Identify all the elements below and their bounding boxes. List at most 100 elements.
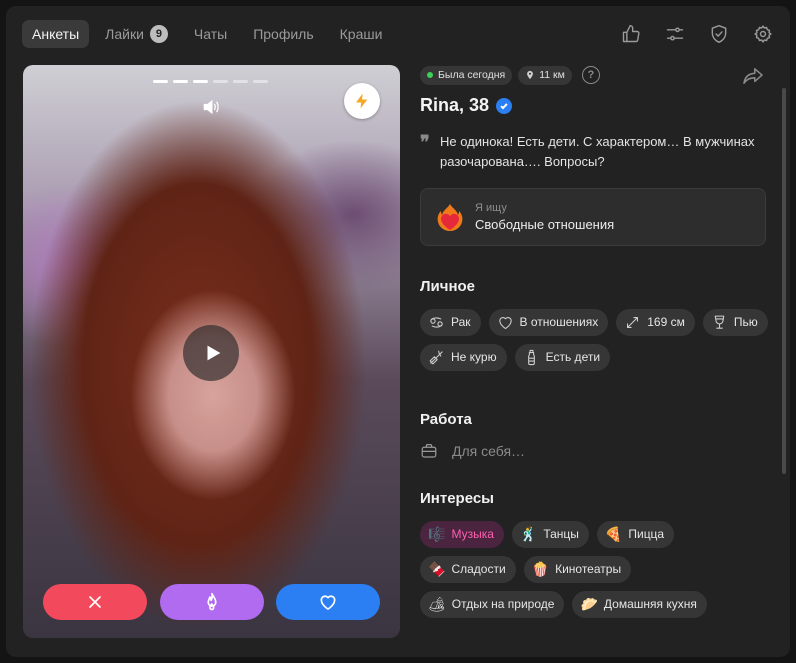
pill-label: Танцы bbox=[543, 527, 579, 541]
top-nav: Анкеты Лайки 9 Чаты Профиль Краши bbox=[22, 20, 774, 48]
flame-icon bbox=[206, 592, 217, 611]
bio-text: Не одинока! Есть дети. С характером… В м… bbox=[440, 134, 755, 169]
section-title-personal: Личное bbox=[420, 278, 476, 295]
distance-text: 11 км bbox=[539, 68, 565, 81]
interest-dance: 🕺 Танцы bbox=[511, 521, 589, 548]
interest-pizza: 🍕 Пицца bbox=[596, 521, 675, 548]
chocolate-icon: 🍫 bbox=[428, 561, 446, 577]
tab-label: Лайки bbox=[105, 26, 144, 42]
pill-smoking: Не курю bbox=[420, 344, 507, 371]
interest-home-cooking: 🥟 Домашняя кухня bbox=[572, 591, 707, 618]
profile-bio: ❞ Не одинока! Есть дети. С характером… В… bbox=[420, 132, 772, 172]
pill-label: Не курю bbox=[451, 350, 497, 364]
volume-icon[interactable] bbox=[201, 97, 223, 119]
progress-segment bbox=[253, 80, 268, 83]
popcorn-icon: 🍿 bbox=[531, 561, 550, 577]
profile-name: Rina, 38 bbox=[420, 95, 772, 116]
interest-sweets: 🍫 Сладости bbox=[420, 556, 516, 583]
distance-badge: 11 км bbox=[518, 65, 572, 85]
pill-drinking: Пью bbox=[702, 309, 768, 336]
profile-photo[interactable] bbox=[23, 65, 400, 638]
section-title-interests: Интересы bbox=[420, 490, 494, 507]
pill-label: Домашняя кухня bbox=[603, 597, 697, 611]
pill-label: Отдых на природе bbox=[451, 597, 555, 611]
pill-relationship: В отношениях bbox=[488, 309, 609, 336]
dancer-icon: 🕺 bbox=[519, 526, 538, 542]
interests-pills: 🎼 Музыка 🕺 Танцы 🍕 Пицца 🍫 Сладости 🍿 Кинотеа… bbox=[420, 521, 770, 618]
progress-segment bbox=[173, 80, 188, 83]
heart-on-fire-icon bbox=[437, 204, 463, 231]
pill-label: Кинотеатры bbox=[555, 562, 622, 576]
tab-likes[interactable]: Лайки 9 bbox=[95, 20, 178, 48]
play-video-button[interactable] bbox=[183, 325, 239, 381]
sliders-icon[interactable] bbox=[664, 20, 686, 48]
nav-icon-group bbox=[620, 20, 774, 48]
looking-for-card: Я ищу Свободные отношения bbox=[420, 188, 766, 246]
work-value: Для себя… bbox=[452, 443, 526, 459]
baby-bottle-icon bbox=[523, 349, 540, 366]
share-icon[interactable] bbox=[742, 67, 766, 87]
tab-label: Краши bbox=[339, 26, 383, 42]
pill-label: Музыка bbox=[451, 527, 494, 541]
tab-profiles[interactable]: Анкеты bbox=[22, 20, 90, 48]
likes-count-badge: 9 bbox=[149, 25, 168, 43]
work-row: Для себя… bbox=[420, 442, 772, 460]
looking-for-text: Я ищу Свободные отношения bbox=[475, 202, 614, 232]
heart-outline-icon bbox=[497, 314, 514, 331]
gear-icon[interactable] bbox=[752, 20, 774, 48]
progress-segment bbox=[193, 80, 208, 83]
boost-bolt-button[interactable] bbox=[344, 83, 380, 119]
heart-icon bbox=[320, 595, 336, 610]
swipe-actions bbox=[43, 584, 380, 620]
dumpling-icon: 🥟 bbox=[580, 596, 598, 612]
profile-meta: Была сегодня 11 км ? bbox=[420, 65, 772, 85]
progress-segment bbox=[153, 80, 168, 83]
pill-zodiac: Рак bbox=[420, 309, 481, 336]
section-title-work: Работа bbox=[420, 411, 472, 428]
pill-label: Сладости bbox=[451, 562, 506, 576]
play-icon bbox=[207, 345, 220, 361]
interest-music: 🎼 Музыка bbox=[420, 521, 504, 548]
quote-icon: ❞ bbox=[420, 132, 430, 152]
app-window: Анкеты Лайки 9 Чаты Профиль Краши Была с… bbox=[6, 6, 790, 657]
status-text: Была сегодня bbox=[438, 68, 506, 81]
profile-info-panel: Была сегодня 11 км ? Rina, 38 ❞ Не одино… bbox=[420, 65, 772, 657]
height-arrows-icon bbox=[624, 314, 641, 331]
tab-label: Чаты bbox=[193, 26, 228, 42]
pill-height: 169 см bbox=[616, 309, 695, 336]
personal-pills: Рак В отношениях 169 см Пью Не курю Есть… bbox=[420, 309, 770, 371]
story-progress bbox=[153, 80, 268, 83]
dislike-button[interactable] bbox=[43, 584, 147, 620]
music-notes-icon: 🎼 bbox=[428, 526, 446, 542]
interest-cinema: 🍿 Кинотеатры bbox=[523, 556, 632, 583]
tab-crushes[interactable]: Краши bbox=[330, 20, 393, 48]
online-dot-icon bbox=[427, 72, 433, 78]
cancer-zodiac-icon bbox=[428, 314, 445, 331]
pill-label: Пицца bbox=[628, 527, 665, 541]
no-smoking-icon bbox=[428, 349, 445, 366]
looking-for-value: Свободные отношения bbox=[475, 217, 615, 232]
tab-profile[interactable]: Профиль bbox=[243, 20, 323, 48]
pill-label: Пью bbox=[733, 315, 758, 329]
shield-check-icon[interactable] bbox=[708, 20, 730, 48]
briefcase-icon bbox=[421, 444, 437, 458]
tab-chats[interactable]: Чаты bbox=[184, 20, 237, 48]
scrollbar[interactable] bbox=[782, 88, 786, 474]
camping-icon: 🏕 bbox=[428, 596, 446, 612]
location-pin-icon bbox=[527, 70, 534, 80]
progress-segment bbox=[213, 80, 228, 83]
superlike-button[interactable] bbox=[159, 584, 264, 620]
thumbs-up-icon[interactable] bbox=[620, 20, 642, 48]
like-button[interactable] bbox=[276, 584, 380, 620]
close-icon bbox=[89, 596, 101, 608]
pill-label: Рак bbox=[451, 315, 471, 329]
pill-label: Есть дети bbox=[545, 350, 601, 364]
help-icon[interactable]: ? bbox=[581, 66, 600, 84]
pill-label: В отношениях bbox=[519, 315, 599, 329]
wine-glass-icon bbox=[711, 314, 728, 331]
tab-label: Профиль bbox=[253, 26, 314, 42]
progress-segment bbox=[233, 80, 248, 83]
pill-children: Есть дети bbox=[514, 344, 611, 371]
looking-for-label: Я ищу bbox=[475, 202, 507, 214]
verified-badge-icon bbox=[496, 97, 513, 114]
